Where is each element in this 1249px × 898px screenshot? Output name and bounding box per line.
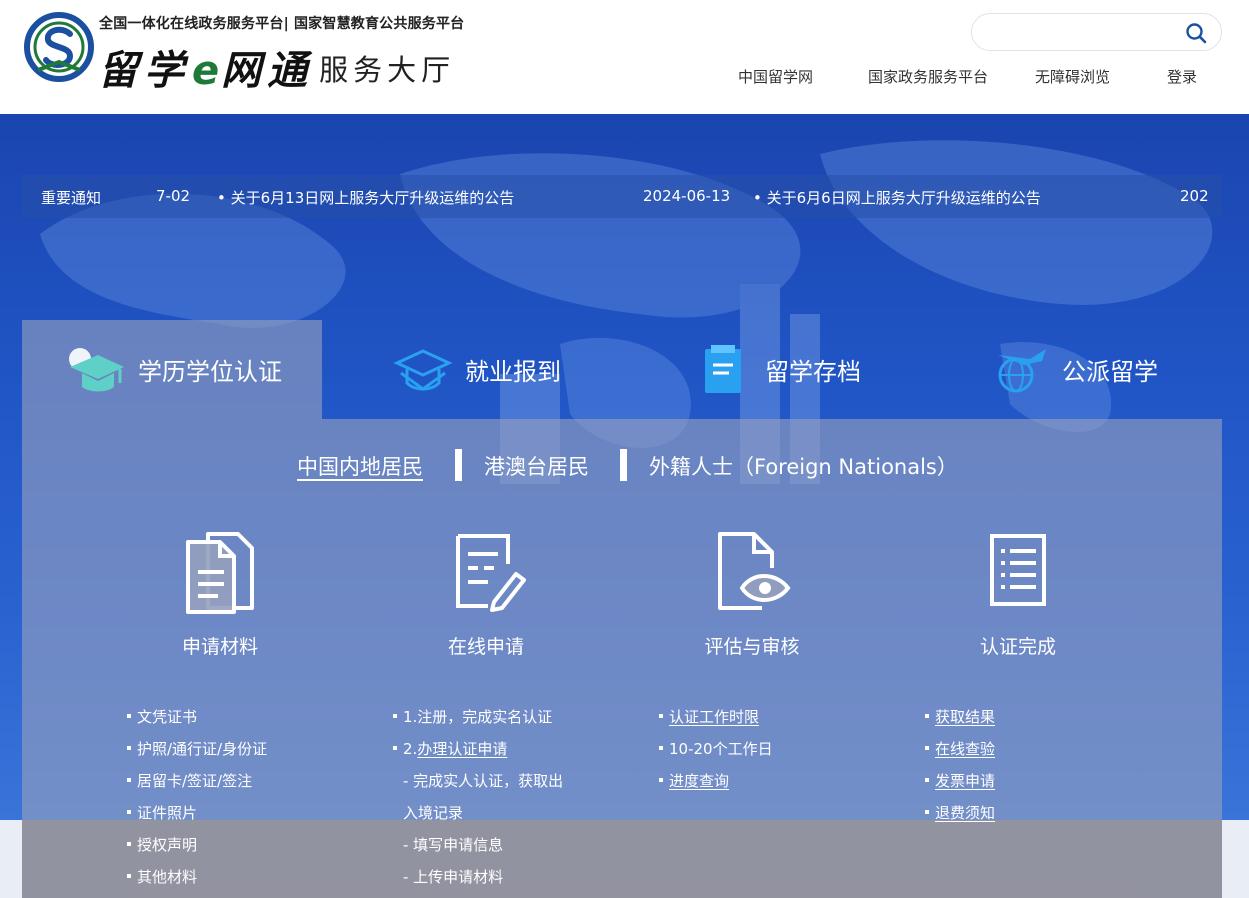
progress-query-link[interactable]: 进度查询 <box>659 769 773 801</box>
notice-link[interactable]: • 关于6月13日网上服务大厅升级运维的公告 <box>217 187 514 208</box>
subtab-divider <box>455 449 462 481</box>
site-header: 全国一体化在线政务服务平台| 国家智慧教育公共服务平台 留学e网通 服务大厅 中国… <box>0 0 1249 114</box>
materials-list: 文凭证书 护照/通行证/身份证 居留卡/签证/签注 证件照片 授权声明 其他材料 <box>127 705 267 897</box>
nav-national-gov-service[interactable]: 国家政务服务平台 <box>868 66 988 87</box>
work-time-limit-link[interactable]: 认证工作时限 <box>659 705 773 737</box>
subtab-mainland[interactable]: 中国内地居民 <box>297 451 423 481</box>
file-eye-icon <box>718 532 791 610</box>
nav-login[interactable]: 登录 <box>1167 66 1197 87</box>
online-verify-link[interactable]: 在线查验 <box>925 737 995 769</box>
platform-line: 全国一体化在线政务服务平台| 国家智慧教育公共服务平台 <box>99 16 465 32</box>
form-edit-icon <box>456 534 526 612</box>
nav-china-study-abroad[interactable]: 中国留学网 <box>738 66 813 87</box>
step-complete <box>928 528 1108 614</box>
list-item: 居留卡/签证/签注 <box>127 769 267 801</box>
step-review <box>662 528 842 614</box>
search-box <box>971 13 1222 51</box>
graduation-book-icon <box>393 348 453 391</box>
list-item: - 填写申请信息 <box>403 836 504 854</box>
subtab-hk-macao-taiwan[interactable]: 港澳台居民 <box>484 451 589 481</box>
list-item: 入境记录 <box>403 804 464 822</box>
subtab-divider <box>620 449 627 481</box>
tab-study-archive[interactable]: 留学存档 <box>693 320 861 419</box>
top-nav: 中国留学网 国家政务服务平台 无障碍浏览 登录 <box>0 66 1249 86</box>
notice-title: 关于6月13日网上服务大厅升级运维的公告 <box>230 189 515 207</box>
globe-plane-icon <box>998 348 1046 392</box>
search-icon[interactable] <box>1185 22 1207 44</box>
apply-steps-list: 1.注册，完成实名认证 2.办理认证申请 - 完成实人认证，获取出 入境记录 -… <box>393 705 563 897</box>
tab-label: 留学存档 <box>765 358 861 386</box>
tab-degree-verification[interactable]: 学历学位认证 <box>22 320 322 419</box>
step-label: 评估与审核 <box>704 636 800 658</box>
checklist-icon <box>990 534 1046 606</box>
tab-label: 就业报到 <box>465 358 561 386</box>
tab-employment-report[interactable]: 就业报到 <box>393 320 561 419</box>
step-online-apply <box>396 528 576 614</box>
notice-bar: 重要通知 7-02 • 关于6月13日网上服务大厅升级运维的公告 2024-06… <box>22 175 1222 218</box>
notice-label: 重要通知 <box>41 189 102 207</box>
list-item: 1.注册，完成实名认证 <box>393 705 563 737</box>
notice-link[interactable]: • 关于6月6日网上服务大厅升级运维的公告 <box>753 187 1041 208</box>
apply-certification-link[interactable]: 2.办理认证申请 <box>393 737 563 769</box>
list-item: 其他材料 <box>127 865 267 897</box>
step-label: 申请材料 <box>181 636 258 658</box>
subtab-foreign-nationals[interactable]: 外籍人士（Foreign Nationals） <box>649 451 958 481</box>
tab-label: 学历学位认证 <box>138 358 282 386</box>
list-item: 证件照片 <box>127 801 267 833</box>
graduation-cap-icon <box>69 347 124 391</box>
archive-folder-icon <box>705 344 741 393</box>
notice-date: 202 <box>1180 187 1209 205</box>
step-materials <box>130 528 310 614</box>
completion-list: 获取结果 在线查验 发票申请 退费须知 <box>925 705 995 833</box>
refund-notice-link[interactable]: 退费须知 <box>925 801 995 833</box>
search-input[interactable] <box>988 22 1178 44</box>
invoice-request-link[interactable]: 发票申请 <box>925 769 995 801</box>
tab-label: 公派留学 <box>1062 358 1158 386</box>
resident-type-tabs: 中国内地居民 港澳台居民 外籍人士（Foreign Nationals） <box>0 449 1249 481</box>
step-label: 在线申请 <box>447 636 524 658</box>
notice-date: 7-02 <box>156 187 191 205</box>
list-item: - 上传申请材料 <box>403 868 504 886</box>
review-list: 认证工作时限 10-20个工作日 进度查询 <box>659 705 773 801</box>
documents-icon <box>186 532 254 614</box>
notice-date: 2024-06-13 <box>643 187 731 205</box>
list-item: 授权声明 <box>127 833 267 865</box>
list-item: 文凭证书 <box>127 705 267 737</box>
notice-title: 关于6月6日网上服务大厅升级运维的公告 <box>766 189 1041 207</box>
get-result-link[interactable]: 获取结果 <box>925 705 995 737</box>
list-item: - 完成实人认证，获取出 <box>403 772 564 790</box>
list-item: 10-20个工作日 <box>659 737 773 769</box>
tab-public-study-abroad[interactable]: 公派留学 <box>990 320 1158 419</box>
list-item: 护照/通行证/身份证 <box>127 737 267 769</box>
step-label: 认证完成 <box>979 636 1056 658</box>
nav-accessibility[interactable]: 无障碍浏览 <box>1035 66 1110 87</box>
